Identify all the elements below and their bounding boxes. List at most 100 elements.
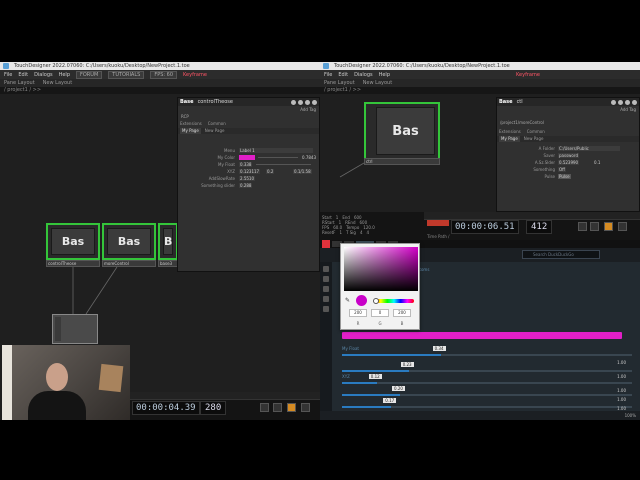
param-op-name[interactable]: controlTheose — [198, 99, 233, 105]
slider-fill — [342, 394, 400, 396]
param-label: A.Sz.Slder — [534, 160, 555, 165]
history-icon[interactable] — [323, 286, 329, 292]
param-toggle[interactable]: Off — [558, 167, 566, 172]
vivaldi-icon[interactable] — [322, 240, 330, 248]
color-slider[interactable] — [258, 157, 298, 158]
step-back-button[interactable] — [590, 222, 599, 231]
param-op-path: /project1/moreControl — [500, 120, 544, 125]
step-forward-button[interactable] — [301, 403, 310, 412]
frame-display[interactable]: 412 — [526, 220, 553, 234]
param-value[interactable]: 2.5510 — [239, 176, 255, 181]
param-value[interactable]: 0.7843 — [301, 155, 317, 160]
slider-value[interactable]: 0.17 — [383, 398, 397, 403]
float-slider[interactable] — [256, 164, 311, 165]
rewind-button[interactable] — [578, 222, 587, 231]
slider-track[interactable] — [342, 394, 632, 396]
python-icon[interactable] — [632, 99, 637, 105]
window-icon[interactable] — [323, 306, 329, 312]
search-input[interactable]: Search DuckDuckGo — [522, 250, 600, 259]
param-row-rate: AddSlowRate 2.5510 — [178, 176, 319, 182]
right-parameter-panel: Base ctl Add Tag /project1/moreControl E… — [496, 97, 640, 212]
timeline-info-row: ResetF 1 T Sig 4 4 — [322, 230, 375, 235]
green-input[interactable]: 0 — [371, 309, 389, 317]
hue-slider[interactable] — [374, 299, 414, 303]
color-swatch[interactable] — [239, 155, 255, 160]
info-value[interactable]: 4 — [366, 230, 369, 235]
param-row-slider: A.Sz.Slder 0.523990 0.1 — [497, 160, 639, 166]
help-icon[interactable] — [625, 99, 630, 105]
hue-knob[interactable] — [373, 298, 379, 304]
tab-new-page[interactable]: New Page — [524, 136, 544, 142]
blue-input[interactable]: 200 — [393, 309, 411, 317]
param-page-tabs: My Page New Page — [497, 136, 639, 142]
step-forward-button[interactable] — [618, 222, 627, 231]
saturation-value-area[interactable] — [344, 247, 418, 291]
frame-display[interactable]: 280 — [200, 401, 227, 415]
play-button[interactable] — [604, 222, 613, 231]
slider-track[interactable] — [342, 406, 632, 408]
python-icon[interactable] — [312, 99, 317, 105]
tab-common[interactable]: Common — [527, 129, 545, 134]
param-value[interactable]: password — [558, 153, 579, 158]
zoom-level[interactable]: 100% — [625, 413, 636, 418]
param-value[interactable]: 0.288 — [239, 183, 253, 188]
info-value[interactable]: 4 — [360, 230, 363, 235]
tab-extensions[interactable]: Extensions — [499, 129, 521, 134]
slider-value[interactable]: 0.20 — [392, 386, 405, 391]
slider-label: XYZ — [342, 374, 350, 379]
tab-my-page[interactable]: My Page — [499, 136, 520, 142]
gear-icon[interactable] — [618, 99, 623, 105]
timeline-ruler[interactable] — [130, 392, 320, 400]
webcam-wall-board — [98, 363, 124, 393]
tab-extensions[interactable]: Extensions — [180, 121, 202, 126]
pulse-button[interactable]: Pulse — [558, 174, 571, 179]
param-value[interactable]: 0.338 — [239, 162, 253, 167]
param-menu-dropdown[interactable]: Label 1 — [239, 148, 313, 153]
eyedropper-icon[interactable]: ✎ — [345, 297, 350, 304]
play-button[interactable] — [287, 403, 296, 412]
slider-track[interactable] — [342, 354, 632, 356]
param-value[interactable]: 0.123117 — [239, 169, 261, 174]
time-path-button[interactable] — [427, 220, 449, 226]
tab-new-page[interactable]: New Page — [205, 128, 225, 134]
param-label: Saver — [543, 153, 555, 158]
slider-fill — [342, 382, 377, 384]
info-value[interactable]: 1 — [339, 230, 342, 235]
tab-common[interactable]: Common — [208, 121, 226, 126]
slider-max: 1.00 — [617, 360, 626, 365]
param-value[interactable]: 0.1/1.58 — [293, 169, 312, 174]
param-value[interactable]: 0.2 — [266, 169, 275, 174]
notes-icon[interactable] — [323, 296, 329, 302]
slider-track[interactable] — [342, 370, 632, 372]
slider-value[interactable]: 0.34 — [432, 346, 446, 351]
slider-max: 1.00 — [617, 374, 626, 379]
info-icon[interactable] — [291, 99, 296, 105]
node-output[interactable] — [52, 314, 98, 344]
slider-value[interactable]: 0.23 — [400, 362, 414, 367]
param-value[interactable]: 0.1 — [593, 160, 601, 165]
param-value[interactable]: 0.523990 — [558, 160, 580, 165]
blue-label: B — [400, 321, 404, 326]
slider-track[interactable] — [342, 382, 632, 384]
rewind-button[interactable] — [260, 403, 269, 412]
help-icon[interactable] — [305, 99, 310, 105]
param-op-family: RCP — [181, 114, 189, 119]
downloads-icon[interactable] — [323, 276, 329, 282]
add-tag-button[interactable]: Add Tag — [300, 107, 316, 112]
timeline-info: Start 1 End 600 RStart 1 REnd 600 FPS 60.0 Tempo… — [322, 215, 375, 235]
timecode-display[interactable]: 00:00:06.51 — [451, 220, 519, 234]
param-op-name[interactable]: ctl — [517, 99, 523, 105]
tab-my-page[interactable]: My Page — [180, 128, 201, 134]
slider-value[interactable]: 0.12 — [368, 374, 382, 379]
param-value[interactable]: C:/Users/Public — [558, 146, 620, 151]
bookmarks-icon[interactable] — [323, 266, 329, 272]
webcam-overlay — [2, 345, 130, 420]
add-tag-button[interactable]: Add Tag — [620, 107, 636, 112]
timeline-ruler[interactable] — [424, 212, 640, 220]
gear-icon[interactable] — [298, 99, 303, 105]
timecode-display[interactable]: 00:00:04.39 — [132, 401, 200, 415]
step-back-button[interactable] — [273, 403, 282, 412]
red-input[interactable]: 200 — [349, 309, 367, 317]
info-icon[interactable] — [611, 99, 616, 105]
left-parameter-panel: Base controlTheose Add Tag RCP Extension… — [177, 97, 320, 272]
